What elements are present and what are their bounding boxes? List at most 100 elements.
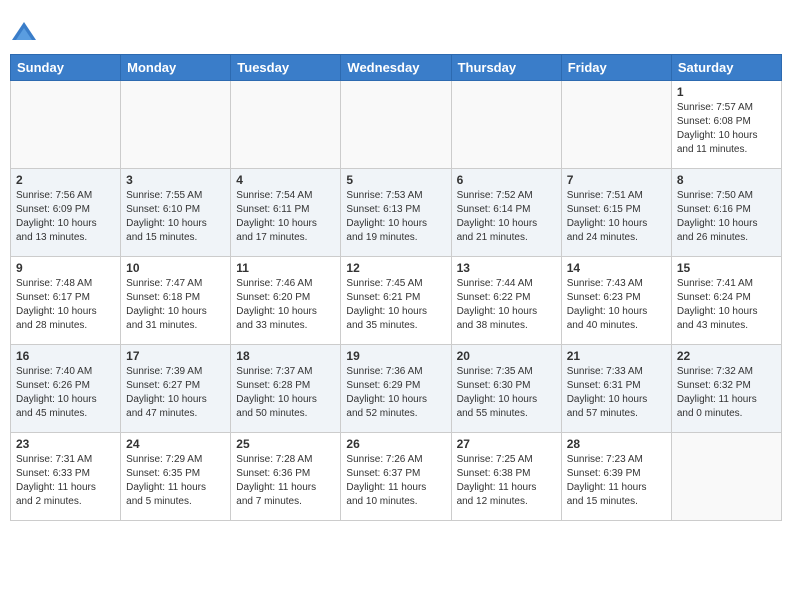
day-info: Sunrise: 7:28 AM Sunset: 6:36 PM Dayligh… bbox=[236, 453, 335, 509]
column-header-sunday: Sunday bbox=[11, 55, 121, 81]
day-number: 14 bbox=[567, 261, 666, 275]
day-number: 3 bbox=[126, 173, 225, 187]
logo-icon bbox=[10, 18, 38, 46]
calendar-day-cell bbox=[671, 433, 781, 521]
day-info: Sunrise: 7:54 AM Sunset: 6:11 PM Dayligh… bbox=[236, 189, 335, 245]
calendar-day-cell: 8 Sunrise: 7:50 AM Sunset: 6:16 PM Daylig… bbox=[671, 169, 781, 257]
calendar-day-cell: 15Sunrise: 7:41 AM Sunset: 6:24 PM Dayli… bbox=[671, 257, 781, 345]
calendar-day-cell: 16 Sunrise: 7:40 AM Sunset: 6:26 PM Dayli… bbox=[11, 345, 121, 433]
day-number: 16 bbox=[16, 349, 115, 363]
calendar-week-row: 1Sunrise: 7:57 AM Sunset: 6:08 PM Daylig… bbox=[11, 81, 782, 169]
day-number: 28 bbox=[567, 437, 666, 451]
calendar-day-cell bbox=[121, 81, 231, 169]
day-number: 13 bbox=[457, 261, 556, 275]
calendar-day-cell: 22 Sunrise: 7:32 AM Sunset: 6:32 PM Dayli… bbox=[671, 345, 781, 433]
calendar-table: SundayMondayTuesdayWednesdayThursdayFrid… bbox=[10, 54, 782, 521]
day-info: Sunrise: 7:41 AM Sunset: 6:24 PM Dayligh… bbox=[677, 277, 776, 333]
day-number: 26 bbox=[346, 437, 445, 451]
calendar-week-row: 23 Sunrise: 7:31 AM Sunset: 6:33 PM Dayli… bbox=[11, 433, 782, 521]
calendar-day-cell: 13 Sunrise: 7:44 AM Sunset: 6:22 PM Dayli… bbox=[451, 257, 561, 345]
calendar-day-cell: 7 Sunrise: 7:51 AM Sunset: 6:15 PM Daylig… bbox=[561, 169, 671, 257]
day-info: Sunrise: 7:32 AM Sunset: 6:32 PM Dayligh… bbox=[677, 365, 776, 421]
day-number: 27 bbox=[457, 437, 556, 451]
day-number: 10 bbox=[126, 261, 225, 275]
day-info: Sunrise: 7:50 AM Sunset: 6:16 PM Dayligh… bbox=[677, 189, 776, 245]
calendar-day-cell: 1Sunrise: 7:57 AM Sunset: 6:08 PM Daylig… bbox=[671, 81, 781, 169]
day-number: 5 bbox=[346, 173, 445, 187]
day-number: 24 bbox=[126, 437, 225, 451]
calendar-day-cell: 25 Sunrise: 7:28 AM Sunset: 6:36 PM Dayli… bbox=[231, 433, 341, 521]
day-info: Sunrise: 7:44 AM Sunset: 6:22 PM Dayligh… bbox=[457, 277, 556, 333]
day-info: Sunrise: 7:29 AM Sunset: 6:35 PM Dayligh… bbox=[126, 453, 225, 509]
column-header-saturday: Saturday bbox=[671, 55, 781, 81]
day-info: Sunrise: 7:48 AM Sunset: 6:17 PM Dayligh… bbox=[16, 277, 115, 333]
calendar-week-row: 9 Sunrise: 7:48 AM Sunset: 6:17 PM Daylig… bbox=[11, 257, 782, 345]
day-number: 1 bbox=[677, 85, 776, 99]
day-number: 8 bbox=[677, 173, 776, 187]
calendar-day-cell: 20Sunrise: 7:35 AM Sunset: 6:30 PM Dayli… bbox=[451, 345, 561, 433]
day-info: Sunrise: 7:53 AM Sunset: 6:13 PM Dayligh… bbox=[346, 189, 445, 245]
day-info: Sunrise: 7:31 AM Sunset: 6:33 PM Dayligh… bbox=[16, 453, 115, 509]
day-number: 12 bbox=[346, 261, 445, 275]
calendar-week-row: 2 Sunrise: 7:56 AM Sunset: 6:09 PM Daylig… bbox=[11, 169, 782, 257]
day-info: Sunrise: 7:52 AM Sunset: 6:14 PM Dayligh… bbox=[457, 189, 556, 245]
day-number: 21 bbox=[567, 349, 666, 363]
day-info: Sunrise: 7:35 AM Sunset: 6:30 PM Dayligh… bbox=[457, 365, 556, 421]
calendar-day-cell: 9 Sunrise: 7:48 AM Sunset: 6:17 PM Daylig… bbox=[11, 257, 121, 345]
day-number: 6 bbox=[457, 173, 556, 187]
logo bbox=[10, 18, 42, 46]
column-header-friday: Friday bbox=[561, 55, 671, 81]
calendar-header-row: SundayMondayTuesdayWednesdayThursdayFrid… bbox=[11, 55, 782, 81]
day-info: Sunrise: 7:47 AM Sunset: 6:18 PM Dayligh… bbox=[126, 277, 225, 333]
column-header-wednesday: Wednesday bbox=[341, 55, 451, 81]
calendar-day-cell: 6 Sunrise: 7:52 AM Sunset: 6:14 PM Daylig… bbox=[451, 169, 561, 257]
day-info: Sunrise: 7:56 AM Sunset: 6:09 PM Dayligh… bbox=[16, 189, 115, 245]
calendar-day-cell: 21 Sunrise: 7:33 AM Sunset: 6:31 PM Dayli… bbox=[561, 345, 671, 433]
calendar-day-cell: 3 Sunrise: 7:55 AM Sunset: 6:10 PM Daylig… bbox=[121, 169, 231, 257]
calendar-day-cell: 2 Sunrise: 7:56 AM Sunset: 6:09 PM Daylig… bbox=[11, 169, 121, 257]
day-number: 18 bbox=[236, 349, 335, 363]
day-info: Sunrise: 7:40 AM Sunset: 6:26 PM Dayligh… bbox=[16, 365, 115, 421]
calendar-day-cell: 19 Sunrise: 7:36 AM Sunset: 6:29 PM Dayli… bbox=[341, 345, 451, 433]
calendar-day-cell: 28 Sunrise: 7:23 AM Sunset: 6:39 PM Dayli… bbox=[561, 433, 671, 521]
day-info: Sunrise: 7:23 AM Sunset: 6:39 PM Dayligh… bbox=[567, 453, 666, 509]
calendar-day-cell: 4 Sunrise: 7:54 AM Sunset: 6:11 PM Daylig… bbox=[231, 169, 341, 257]
day-number: 25 bbox=[236, 437, 335, 451]
day-number: 17 bbox=[126, 349, 225, 363]
column-header-monday: Monday bbox=[121, 55, 231, 81]
calendar-day-cell: 5 Sunrise: 7:53 AM Sunset: 6:13 PM Daylig… bbox=[341, 169, 451, 257]
day-info: Sunrise: 7:55 AM Sunset: 6:10 PM Dayligh… bbox=[126, 189, 225, 245]
calendar-day-cell: 10 Sunrise: 7:47 AM Sunset: 6:18 PM Dayli… bbox=[121, 257, 231, 345]
day-info: Sunrise: 7:46 AM Sunset: 6:20 PM Dayligh… bbox=[236, 277, 335, 333]
calendar-day-cell: 14 Sunrise: 7:43 AM Sunset: 6:23 PM Dayli… bbox=[561, 257, 671, 345]
day-info: Sunrise: 7:37 AM Sunset: 6:28 PM Dayligh… bbox=[236, 365, 335, 421]
day-info: Sunrise: 7:45 AM Sunset: 6:21 PM Dayligh… bbox=[346, 277, 445, 333]
day-info: Sunrise: 7:33 AM Sunset: 6:31 PM Dayligh… bbox=[567, 365, 666, 421]
column-header-tuesday: Tuesday bbox=[231, 55, 341, 81]
day-info: Sunrise: 7:51 AM Sunset: 6:15 PM Dayligh… bbox=[567, 189, 666, 245]
calendar-day-cell: 11Sunrise: 7:46 AM Sunset: 6:20 PM Dayli… bbox=[231, 257, 341, 345]
day-number: 23 bbox=[16, 437, 115, 451]
day-number: 22 bbox=[677, 349, 776, 363]
calendar-day-cell: 12 Sunrise: 7:45 AM Sunset: 6:21 PM Dayli… bbox=[341, 257, 451, 345]
calendar-day-cell bbox=[451, 81, 561, 169]
calendar-day-cell: 26 Sunrise: 7:26 AM Sunset: 6:37 PM Dayli… bbox=[341, 433, 451, 521]
calendar-day-cell: 27Sunrise: 7:25 AM Sunset: 6:38 PM Dayli… bbox=[451, 433, 561, 521]
calendar-day-cell bbox=[341, 81, 451, 169]
day-number: 7 bbox=[567, 173, 666, 187]
page-header bbox=[10, 10, 782, 46]
day-number: 9 bbox=[16, 261, 115, 275]
day-number: 19 bbox=[346, 349, 445, 363]
day-info: Sunrise: 7:36 AM Sunset: 6:29 PM Dayligh… bbox=[346, 365, 445, 421]
calendar-day-cell: 24 Sunrise: 7:29 AM Sunset: 6:35 PM Dayli… bbox=[121, 433, 231, 521]
calendar-day-cell: 17 Sunrise: 7:39 AM Sunset: 6:27 PM Dayli… bbox=[121, 345, 231, 433]
day-number: 4 bbox=[236, 173, 335, 187]
day-info: Sunrise: 7:26 AM Sunset: 6:37 PM Dayligh… bbox=[346, 453, 445, 509]
day-number: 2 bbox=[16, 173, 115, 187]
calendar-day-cell: 18 Sunrise: 7:37 AM Sunset: 6:28 PM Dayli… bbox=[231, 345, 341, 433]
day-info: Sunrise: 7:39 AM Sunset: 6:27 PM Dayligh… bbox=[126, 365, 225, 421]
calendar-day-cell: 23 Sunrise: 7:31 AM Sunset: 6:33 PM Dayli… bbox=[11, 433, 121, 521]
day-info: Sunrise: 7:43 AM Sunset: 6:23 PM Dayligh… bbox=[567, 277, 666, 333]
calendar-day-cell bbox=[561, 81, 671, 169]
calendar-day-cell bbox=[231, 81, 341, 169]
